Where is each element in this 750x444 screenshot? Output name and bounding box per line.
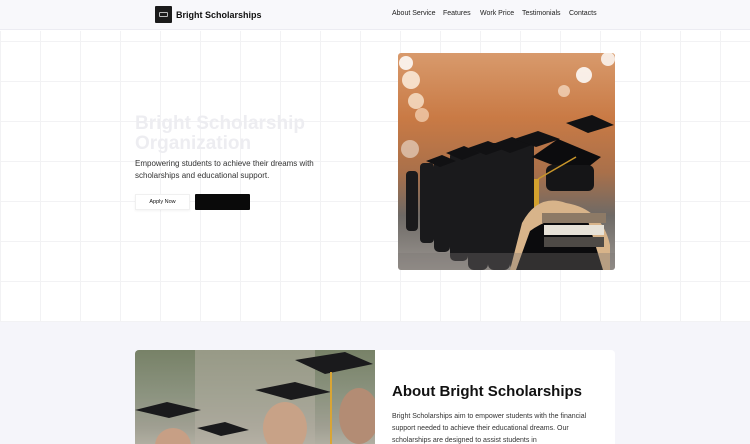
secondary-button[interactable]: [195, 194, 250, 210]
nav-link-contacts[interactable]: Contacts: [569, 10, 597, 17]
about-text: Bright Scholarships aim to empower stude…: [392, 413, 587, 444]
logo-icon: [155, 6, 172, 23]
brand[interactable]: Bright Scholarships: [155, 6, 262, 23]
nav-link-about-service[interactable]: About Service: [392, 10, 436, 17]
hero-title: Bright Scholarship Organization: [135, 113, 305, 154]
about-card: About Bright Scholarships Bright Scholar…: [135, 350, 615, 444]
nav-link-testimonials[interactable]: Testimonials: [522, 10, 561, 17]
hero-section: Bright Scholarship Organization Empoweri…: [0, 31, 750, 322]
brand-name: Bright Scholarships: [176, 9, 262, 20]
apply-now-button[interactable]: Apply Now: [135, 194, 190, 210]
navbar: Bright Scholarships About Service Featur…: [0, 0, 750, 30]
nav-link-features[interactable]: Features: [443, 10, 471, 17]
graduates-illustration: [135, 350, 375, 444]
about-title: About Bright Scholarships: [392, 383, 583, 400]
hero-subtitle: Empowering students to achieve their dre…: [135, 159, 314, 180]
about-section: About Bright Scholarships Bright Scholar…: [0, 322, 750, 444]
graduation-illustration: [398, 53, 615, 270]
graduates-photo: [135, 350, 375, 444]
nav-link-work-price[interactable]: Work Price: [480, 10, 514, 17]
graduation-photo: [398, 53, 615, 270]
